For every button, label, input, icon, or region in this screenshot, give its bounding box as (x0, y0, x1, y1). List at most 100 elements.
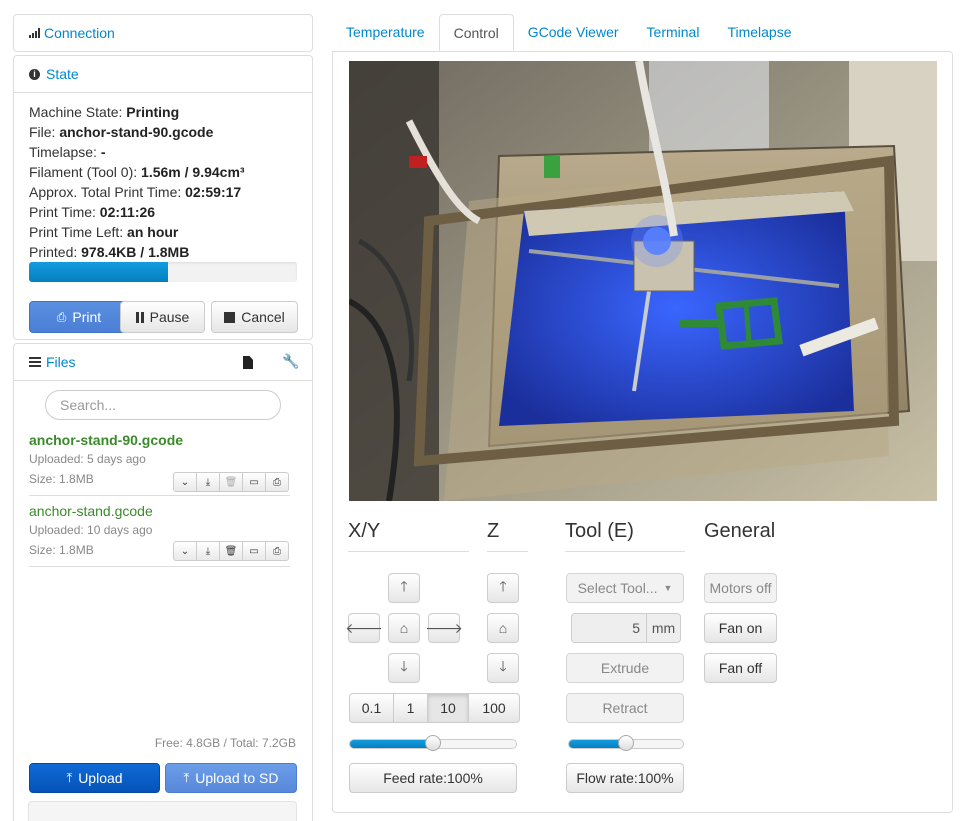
upload-button[interactable]: ⤒ Upload (29, 763, 160, 793)
tab-terminal[interactable]: Terminal (633, 14, 714, 51)
webcam-image (349, 61, 937, 501)
step-option[interactable]: 1 (393, 693, 428, 723)
fan-off-button[interactable]: Fan off (704, 653, 777, 683)
print-progress-bar (29, 262, 297, 282)
step-option[interactable]: 10 (427, 693, 469, 723)
file-uploaded: Uploaded: 10 days ago (29, 523, 153, 537)
step-option[interactable]: 0.1 (349, 693, 394, 723)
jog-z-plus-button[interactable]: 🡑 (487, 573, 519, 603)
home-z-button[interactable]: ⌂ (487, 613, 519, 643)
state-header[interactable]: i State (14, 56, 312, 92)
fan-on-button[interactable]: Fan on (704, 613, 777, 643)
extrude-amount-input[interactable] (571, 613, 647, 643)
print-button[interactable]: ⎙ Print (29, 301, 129, 333)
wrench-icon[interactable]: 🔧 (282, 353, 299, 370)
files-header[interactable]: Files 🔧 (14, 344, 312, 380)
jog-x-plus-button[interactable]: 🡒 (425, 613, 463, 643)
trash-icon[interactable]: 🗑 (219, 472, 243, 492)
chevron-down-icon[interactable]: ⌄ (173, 472, 197, 492)
jog-y-minus-button[interactable]: 🡓 (388, 653, 420, 683)
jog-y-plus-button[interactable]: 🡑 (388, 573, 420, 603)
home-icon: ⌂ (399, 620, 409, 636)
feed-rate-fill (350, 740, 433, 748)
printer-icon: ⎙ (56, 309, 67, 324)
webcam-stream (349, 61, 937, 501)
tab-bar: Temperature Control GCode Viewer Termina… (332, 14, 806, 51)
file-actions: ⌄ ⤓ 🗑 ▭ ⎙ (173, 472, 289, 492)
folder-open-icon[interactable]: ▭ (242, 472, 266, 492)
connection-header[interactable]: Connection (14, 15, 312, 51)
file-search-input[interactable] (45, 390, 281, 420)
state-line: Print Time: 02:11:26 (29, 204, 156, 220)
state-panel: i State Machine State: Printing File: an… (13, 55, 313, 340)
arrow-down-icon: 🡓 (400, 658, 408, 674)
pause-icon (135, 311, 144, 323)
tab-control[interactable]: Control (438, 14, 514, 51)
tool-section-title: Tool (E) (565, 520, 634, 542)
files-title[interactable]: Files (46, 354, 76, 370)
arrow-right-icon: 🡒 (425, 619, 463, 636)
file-list-item[interactable]: anchor-stand-90.gcode Uploaded: 5 days a… (29, 432, 289, 494)
jog-z-minus-button[interactable]: 🡓 (487, 653, 519, 683)
jog-x-minus-button[interactable]: 🡐 (345, 613, 383, 643)
retract-button[interactable]: Retract (566, 693, 684, 723)
signal-icon (29, 28, 40, 38)
feed-rate-button[interactable]: Feed rate:100% (349, 763, 517, 793)
state-line: Approx. Total Print Time: 02:59:17 (29, 184, 242, 200)
folder-open-icon[interactable]: ▭ (242, 541, 266, 561)
download-icon[interactable]: ⤓ (196, 541, 220, 561)
tab-gcode-viewer[interactable]: GCode Viewer (514, 14, 633, 51)
trash-icon[interactable]: 🗑 (219, 541, 243, 561)
divider (29, 495, 290, 496)
file-list-item[interactable]: anchor-stand.gcode Uploaded: 10 days ago… (29, 503, 289, 565)
upload-to-sd-button[interactable]: ⤒ Upload to SD (165, 763, 297, 793)
slider-handle[interactable] (618, 735, 634, 751)
tab-temperature[interactable]: Temperature (332, 14, 439, 51)
file-name[interactable]: anchor-stand-90.gcode (29, 432, 289, 448)
flow-rate-slider[interactable] (568, 735, 684, 751)
step-option[interactable]: 100 (468, 693, 520, 723)
upload-progress-well (28, 801, 297, 821)
caret-down-icon: ▼ (663, 583, 673, 593)
state-title[interactable]: State (46, 66, 79, 82)
home-xy-button[interactable]: ⌂ (388, 613, 420, 643)
download-icon[interactable]: ⤓ (196, 472, 220, 492)
arrow-down-icon: 🡓 (499, 658, 507, 674)
storage-info: Free: 4.8GB / Total: 7.2GB (154, 736, 296, 750)
cancel-button[interactable]: Cancel (211, 301, 298, 333)
extrude-unit: mm (647, 613, 681, 643)
extrude-button[interactable]: Extrude (566, 653, 684, 683)
file-icon[interactable] (243, 356, 253, 369)
slider-handle[interactable] (425, 735, 441, 751)
select-tool-dropdown[interactable]: Select Tool... ▼ (566, 573, 684, 603)
tab-timelapse[interactable]: Timelapse (713, 14, 805, 51)
file-name[interactable]: anchor-stand.gcode (29, 503, 289, 519)
divider (487, 551, 528, 552)
arrow-left-icon: 🡐 (345, 619, 383, 636)
divider (565, 551, 685, 552)
divider (14, 92, 312, 93)
motors-off-button[interactable]: Motors off (704, 573, 777, 603)
divider (29, 566, 290, 567)
files-panel: Files 🔧 anchor-stand-90.gcode Uploaded: … (13, 343, 313, 821)
state-line: Timelapse: - (29, 144, 106, 160)
chevron-down-icon[interactable]: ⌄ (173, 541, 197, 561)
z-section-title: Z (487, 520, 500, 542)
feed-rate-slider[interactable] (349, 735, 517, 751)
flow-rate-button[interactable]: Flow rate:100% (566, 763, 684, 793)
divider (348, 551, 469, 552)
printer-icon[interactable]: ⎙ (265, 541, 289, 561)
state-line: Printed: 978.4KB / 1.8MB (29, 244, 190, 260)
divider (14, 380, 312, 381)
state-line: File: anchor-stand-90.gcode (29, 124, 214, 140)
connection-title[interactable]: Connection (44, 25, 115, 41)
upload-icon: ⤒ (183, 770, 190, 785)
state-line: Filament (Tool 0): 1.56m / 9.94cm³ (29, 164, 245, 180)
xy-section-title: X/Y (348, 520, 381, 542)
file-actions: ⌄ ⤓ 🗑 ▭ ⎙ (173, 541, 289, 561)
info-circle-icon: i (29, 68, 40, 80)
file-uploaded: Uploaded: 5 days ago (29, 452, 146, 466)
arrow-up-icon: 🡑 (499, 578, 507, 594)
printer-icon[interactable]: ⎙ (265, 472, 289, 492)
pause-button[interactable]: Pause (120, 301, 205, 333)
